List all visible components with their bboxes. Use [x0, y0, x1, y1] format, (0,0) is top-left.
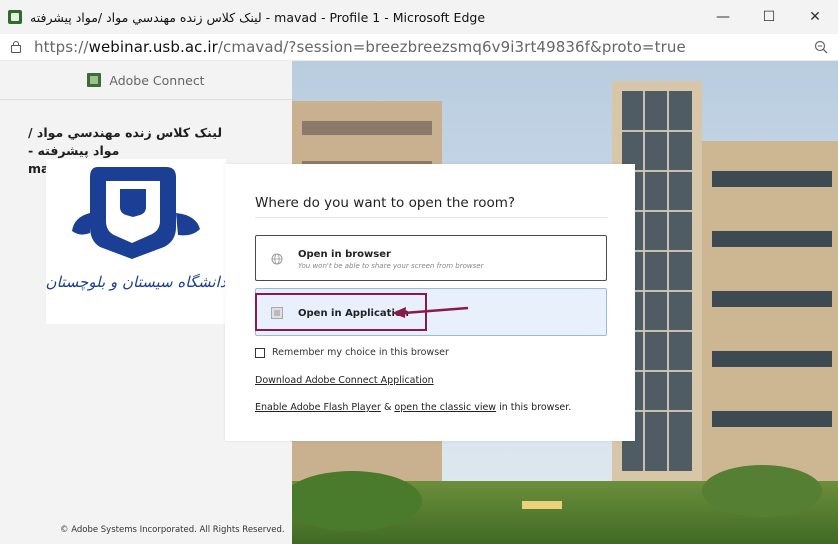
title-bar: لینک کلاس زنده مهندسي مواد /مواد پيشرفته… [0, 0, 838, 34]
university-logo: دانشگاه سیستان و بلوچستان [46, 159, 227, 324]
minimize-button[interactable]: — [700, 0, 746, 34]
classic-view-link[interactable]: open the classic view [394, 402, 496, 413]
ampersand-text: & [380, 402, 395, 413]
enable-flash-link[interactable]: Enable Adobe Flash Player [255, 402, 381, 413]
remember-choice-checkbox[interactable] [255, 347, 265, 358]
adobe-connect-logo-icon [87, 73, 102, 87]
window-title: لینک کلاس زنده مهندسي مواد /مواد پيشرفته… [30, 9, 486, 25]
university-name: دانشگاه سیستان و بلوچستان [46, 273, 226, 291]
remember-choice-label[interactable]: Remember my choice in this browser [272, 347, 449, 358]
dialog-title: Where do you want to open the room? [255, 195, 516, 211]
url-path: /cmavad/?session=breezbreezsmq6v9i3rt498… [217, 38, 686, 56]
open-in-browser-option[interactable]: Open in browser You won't be able to sha… [255, 235, 607, 281]
zoom-out-icon[interactable] [814, 40, 828, 54]
room-title-line1: لینک کلاس زنده مهندسي مواد /مواد پيشرفته… [28, 125, 223, 158]
url-host: webinar.usb.ac.ir [88, 38, 218, 56]
globe-icon [271, 253, 283, 265]
remember-choice-row[interactable]: Remember my choice in this browser [255, 347, 449, 358]
adobe-connect-app-icon [8, 10, 22, 24]
window-controls: — ☐ ✕ [700, 0, 838, 34]
annotation-arrow-icon [392, 306, 469, 318]
divider [255, 217, 607, 218]
url-prefix: https:// [34, 38, 89, 56]
adobe-connect-header: Adobe Connect [0, 61, 292, 100]
maximize-button[interactable]: ☐ [746, 0, 792, 34]
suffix-text: in this browser. [496, 402, 572, 413]
url-text[interactable]: https://webinar.usb.ac.ir/cmavad/?sessio… [34, 38, 686, 56]
flash-classic-line: Enable Adobe Flash Player & open the cla… [255, 402, 571, 413]
address-bar[interactable]: https://webinar.usb.ac.ir/cmavad/?sessio… [0, 34, 838, 61]
open-in-browser-label: Open in browser [298, 249, 391, 260]
download-adobe-connect-link[interactable]: Download Adobe Connect Application [255, 375, 434, 386]
app-name: Adobe Connect [109, 72, 205, 88]
copyright-text: © Adobe Systems Incorporated. All Rights… [60, 525, 285, 535]
university-logo-icon: دانشگاه سیستان و بلوچستان [46, 167, 227, 291]
lock-icon[interactable] [11, 41, 21, 53]
open-in-browser-sublabel: You won't be able to share your screen f… [298, 262, 484, 270]
close-button[interactable]: ✕ [792, 0, 838, 34]
